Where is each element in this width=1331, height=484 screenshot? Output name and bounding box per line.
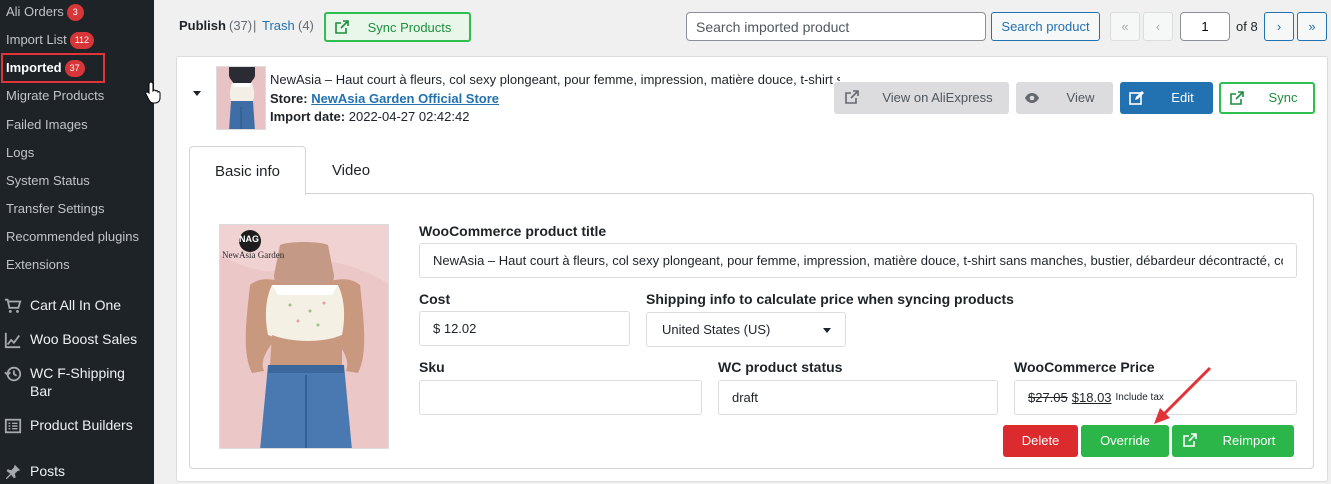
product-title-input[interactable] xyxy=(419,243,1297,278)
pin-icon xyxy=(5,464,21,480)
history-icon xyxy=(4,366,22,382)
regular-price: $27.05 xyxy=(1028,390,1068,405)
sync-products-button[interactable]: Sync Products xyxy=(324,12,471,42)
import-list-count-badge: 112 xyxy=(69,32,95,49)
shipping-info-label: Shipping info to calculate price when sy… xyxy=(646,291,1014,307)
trash-count: (4) xyxy=(298,18,314,33)
chevron-down-icon xyxy=(823,328,831,333)
brand-logo-text: NAG xyxy=(239,234,259,244)
imported-highlight-box xyxy=(1,53,105,83)
ali-orders-count-badge: 3 xyxy=(66,4,84,21)
cart-icon xyxy=(4,298,22,313)
shipping-country-select[interactable]: United States (US) xyxy=(646,312,846,347)
submenu-logs[interactable]: Logs xyxy=(0,141,154,169)
tab-video[interactable]: Video xyxy=(306,146,396,195)
submenu-import-list[interactable]: Import List 112 xyxy=(0,28,154,56)
submenu-system-status[interactable]: System Status xyxy=(0,169,154,197)
publish-filter-link[interactable]: Publish xyxy=(179,18,226,33)
menu-cart-all-in-one[interactable]: Cart All In One xyxy=(0,296,154,314)
cost-label: Cost xyxy=(419,291,451,307)
brand-name-text: NewAsia Garden xyxy=(222,250,285,260)
wc-status-input[interactable] xyxy=(718,380,998,415)
filter-separator: | xyxy=(253,18,257,33)
menu-woo-boost-sales[interactable]: Woo Boost Sales xyxy=(0,330,154,349)
list-icon xyxy=(4,418,22,434)
edit-button[interactable]: Edit xyxy=(1120,82,1213,114)
sku-label: Sku xyxy=(419,359,445,375)
prev-page-button[interactable]: ‹ xyxy=(1143,12,1173,41)
delete-button[interactable]: Delete xyxy=(1003,425,1078,457)
menu-wc-f-shipping-bar[interactable]: WC F-Shipping Bar xyxy=(0,364,154,400)
last-page-button[interactable]: » xyxy=(1297,12,1327,41)
product-store: Store: NewAsia Garden Official Store xyxy=(270,91,500,106)
submenu-extensions[interactable]: Extensions xyxy=(0,253,154,281)
menu-posts[interactable]: Posts xyxy=(0,462,154,480)
wc-status-label: WC product status xyxy=(718,359,843,375)
product-thumbnail xyxy=(216,66,266,130)
chart-line-icon xyxy=(4,332,21,349)
total-pages: of 8 xyxy=(1236,19,1258,34)
product-title: NewAsia – Haut court à fleurs, col sexy … xyxy=(270,72,840,87)
sync-button[interactable]: Sync xyxy=(1219,82,1315,114)
product-image: NAG NewAsia Garden xyxy=(219,224,389,449)
store-link[interactable]: NewAsia Garden Official Store xyxy=(311,91,499,106)
current-page-input[interactable] xyxy=(1180,12,1230,41)
menu-product-builders[interactable]: Product Builders xyxy=(0,416,154,434)
annotation-arrow-icon xyxy=(1154,366,1212,424)
submenu-transfer-settings[interactable]: Transfer Settings xyxy=(0,197,154,225)
submenu-failed-images[interactable]: Failed Images xyxy=(0,113,154,141)
hand-cursor-icon xyxy=(145,81,161,104)
product-title-label: WooCommerce product title xyxy=(419,223,607,239)
submenu-ali-orders[interactable]: Ali Orders 3 xyxy=(0,0,154,28)
sku-input[interactable] xyxy=(419,380,702,415)
search-imported-product-input[interactable] xyxy=(686,12,986,41)
submenu-migrate-products[interactable]: Migrate Products xyxy=(0,84,154,112)
first-page-button[interactable]: « xyxy=(1110,12,1140,41)
sale-price: $18.03 xyxy=(1071,390,1112,405)
import-date: Import date: 2022-04-27 02:42:42 xyxy=(270,109,470,124)
next-page-button[interactable]: › xyxy=(1264,12,1294,41)
cost-input[interactable] xyxy=(419,311,630,346)
publish-count: (37) xyxy=(229,18,253,33)
submenu-recommended-plugins[interactable]: Recommended plugins xyxy=(0,225,154,253)
trash-filter-link[interactable]: Trash xyxy=(262,18,295,33)
view-on-aliexpress-button[interactable]: View on AliExpress xyxy=(834,82,1009,114)
view-button[interactable]: View xyxy=(1016,82,1113,114)
woocommerce-price-label: WooCommerce Price xyxy=(1014,359,1155,375)
product-thumbnail-image xyxy=(217,67,265,129)
tab-basic-info[interactable]: Basic info xyxy=(189,146,306,195)
search-product-button[interactable]: Search product xyxy=(991,12,1100,41)
collapse-toggle-icon[interactable] xyxy=(193,91,201,96)
admin-sidebar: Ali Orders 3 Import List 112 Imported 37 Mi… xyxy=(0,0,154,484)
